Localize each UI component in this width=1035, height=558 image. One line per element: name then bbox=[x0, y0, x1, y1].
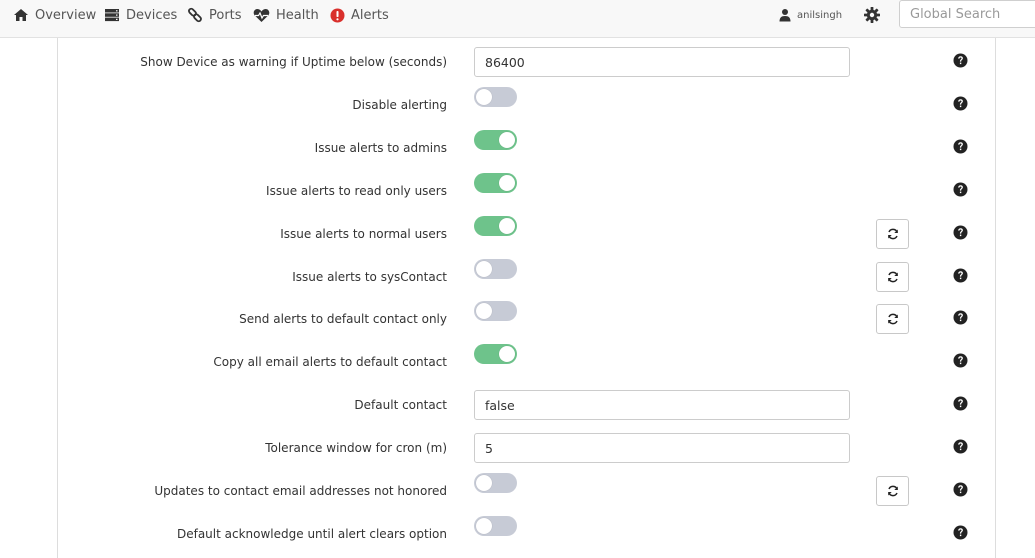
nav-health[interactable]: Health bbox=[253, 0, 319, 30]
setting-label: Default acknowledge until alert clears o… bbox=[176, 527, 447, 541]
setting-toggle[interactable] bbox=[474, 87, 517, 107]
nav-ports[interactable]: Ports bbox=[187, 0, 242, 30]
setting-label: Updates to contact email addresses not h… bbox=[154, 484, 447, 498]
setting-label: Issue alerts to admins bbox=[314, 141, 447, 155]
setting-label: Issue alerts to sysContact bbox=[292, 270, 447, 284]
setting-label: Send alerts to default contact only bbox=[239, 312, 447, 326]
setting-row: Issue alerts to admins bbox=[0, 130, 1035, 172]
top-navbar: Overview Devices Ports Health Alerts ani… bbox=[0, 0, 1035, 38]
setting-row: Issue alerts to normal users bbox=[0, 216, 1035, 258]
username-label: anilsingh bbox=[797, 9, 843, 21]
setting-row: Default contact bbox=[0, 389, 1035, 429]
setting-row: Issue alerts to read only users bbox=[0, 173, 1035, 215]
help-icon[interactable] bbox=[953, 182, 968, 197]
setting-row: Tolerance window for cron (m) bbox=[0, 432, 1035, 472]
setting-label: Show Device as warning if Uptime below (… bbox=[140, 55, 447, 69]
help-icon[interactable] bbox=[953, 53, 968, 68]
reset-to-default-button[interactable] bbox=[876, 476, 909, 506]
toggle-knob bbox=[476, 303, 492, 319]
nav-devices[interactable]: Devices bbox=[104, 0, 177, 30]
global-search-input[interactable] bbox=[899, 0, 1035, 28]
help-icon[interactable] bbox=[953, 525, 968, 540]
setting-row: Updates to contact email addresses not h… bbox=[0, 473, 1035, 515]
setting-label: Default contact bbox=[354, 398, 447, 412]
refresh-icon bbox=[887, 271, 898, 283]
reset-to-default-button[interactable] bbox=[876, 219, 909, 249]
link-icon bbox=[188, 7, 202, 23]
nav-overview-label: Overview bbox=[35, 7, 97, 23]
setting-toggle[interactable] bbox=[474, 216, 517, 236]
setting-row: Disable alerting bbox=[0, 87, 1035, 129]
nav-devices-label: Devices bbox=[126, 7, 178, 23]
server-icon bbox=[105, 9, 119, 22]
nav-overview[interactable]: Overview bbox=[13, 0, 96, 30]
user-icon bbox=[779, 9, 791, 22]
exclamation-circle-icon bbox=[330, 8, 345, 22]
nav-alerts[interactable]: Alerts bbox=[330, 0, 389, 30]
help-icon[interactable] bbox=[953, 396, 968, 411]
help-icon[interactable] bbox=[953, 96, 968, 111]
setting-label: Copy all email alerts to default contact bbox=[213, 355, 447, 369]
setting-text-input[interactable] bbox=[474, 433, 850, 463]
setting-row: Show Device as warning if Uptime below (… bbox=[0, 46, 1035, 86]
nav-ports-label: Ports bbox=[209, 7, 242, 23]
setting-row: Issue alerts to sysContact bbox=[0, 259, 1035, 301]
setting-label: Issue alerts to read only users bbox=[266, 184, 447, 198]
user-menu[interactable]: anilsingh bbox=[779, 6, 842, 24]
heartbeat-icon bbox=[253, 8, 270, 22]
setting-label: Tolerance window for cron (m) bbox=[265, 441, 447, 455]
help-icon[interactable] bbox=[953, 353, 968, 368]
setting-row: Copy all email alerts to default contact bbox=[0, 344, 1035, 386]
setting-toggle[interactable] bbox=[474, 259, 517, 279]
help-icon[interactable] bbox=[953, 139, 968, 154]
toggle-knob bbox=[499, 346, 515, 362]
help-icon[interactable] bbox=[953, 482, 968, 497]
gear-icon[interactable] bbox=[863, 6, 881, 24]
toggle-knob bbox=[499, 132, 515, 148]
nav-alerts-label: Alerts bbox=[351, 7, 389, 23]
refresh-icon bbox=[887, 228, 898, 240]
toggle-knob bbox=[476, 261, 492, 277]
setting-row: Send alerts to default contact only bbox=[0, 301, 1035, 343]
setting-toggle[interactable] bbox=[474, 130, 517, 150]
setting-toggle[interactable] bbox=[474, 301, 517, 321]
help-icon[interactable] bbox=[953, 310, 968, 325]
setting-toggle[interactable] bbox=[474, 473, 517, 493]
help-icon[interactable] bbox=[953, 439, 968, 454]
refresh-icon bbox=[887, 313, 898, 325]
help-icon[interactable] bbox=[953, 225, 968, 240]
setting-toggle[interactable] bbox=[474, 344, 517, 364]
setting-label: Issue alerts to normal users bbox=[280, 227, 447, 241]
setting-text-input[interactable] bbox=[474, 390, 850, 420]
reset-to-default-button[interactable] bbox=[876, 304, 909, 334]
setting-row: Default acknowledge until alert clears o… bbox=[0, 516, 1035, 558]
setting-label: Disable alerting bbox=[352, 98, 447, 112]
setting-toggle[interactable] bbox=[474, 173, 517, 193]
toggle-knob bbox=[499, 218, 515, 234]
refresh-icon bbox=[887, 485, 898, 497]
setting-text-input[interactable] bbox=[474, 47, 850, 77]
toggle-knob bbox=[499, 175, 515, 191]
help-icon[interactable] bbox=[953, 268, 968, 283]
reset-to-default-button[interactable] bbox=[876, 262, 909, 292]
toggle-knob bbox=[476, 475, 492, 491]
toggle-knob bbox=[476, 89, 492, 105]
nav-health-label: Health bbox=[276, 7, 319, 23]
setting-toggle[interactable] bbox=[474, 516, 517, 536]
home-icon bbox=[14, 9, 28, 21]
